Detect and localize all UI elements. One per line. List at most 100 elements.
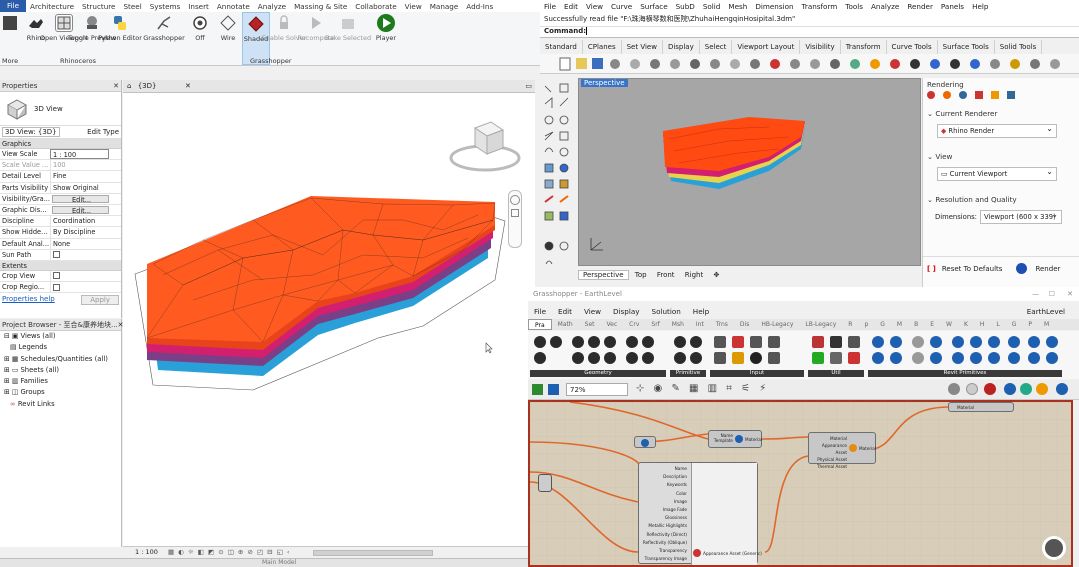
cat-tab[interactable]: W (940, 319, 958, 330)
tab-display[interactable]: Display (663, 40, 700, 54)
rhino-menu-solid[interactable]: Solid (699, 2, 725, 11)
rhino-perspective-viewport[interactable]: Perspective (578, 78, 921, 266)
cat-tab[interactable]: LB-Legacy (799, 319, 842, 330)
wire-button[interactable]: Wire (214, 12, 242, 65)
view-tab-3d[interactable]: {3D} (138, 82, 157, 90)
revit-menu-structure[interactable]: Structure (78, 2, 119, 11)
navigation-compass-icon[interactable] (1042, 536, 1066, 560)
render-preview-icon[interactable] (1056, 383, 1068, 395)
maximize-icon[interactable]: ☐ (1049, 287, 1055, 301)
cat-tab[interactable]: Math (552, 319, 579, 330)
revit-menu-insert[interactable]: Insert (184, 2, 213, 11)
tab-select[interactable]: Select (700, 40, 733, 54)
shaded-mode-icon[interactable] (984, 383, 996, 395)
revit-menu-manage[interactable]: Manage (426, 2, 463, 11)
cat-tab[interactable]: E (924, 319, 940, 330)
view-heading[interactable]: ⌄ View (923, 152, 1079, 161)
bake-selected-button[interactable]: Bake Selected (325, 12, 371, 65)
cat-tab[interactable]: P (1022, 319, 1038, 330)
close-icon[interactable]: ✕ (113, 82, 119, 90)
rhino-menu-curve[interactable]: Curve (607, 2, 636, 11)
render-icon[interactable] (927, 91, 935, 99)
close-icon[interactable]: ✕ (185, 80, 191, 92)
rhino-menu-view[interactable]: View (582, 2, 607, 11)
cat-tab[interactable]: Srf (645, 319, 665, 330)
cat-tab[interactable]: K (958, 319, 974, 330)
cat-tab[interactable]: G (874, 319, 891, 330)
cat-tab[interactable]: Set (579, 319, 601, 330)
gh-menu-help[interactable]: Help (687, 305, 715, 318)
gh-node-material-assets[interactable]: Material Appearance Asset Physical Asset Th… (808, 432, 876, 469)
view-scale-label[interactable]: 1 : 100 (123, 548, 158, 556)
apply-button[interactable]: Apply (81, 295, 119, 306)
grasshopper-canvas[interactable]: Name Template Material Material Appearance… (528, 400, 1073, 567)
gh-menu-edit[interactable]: Edit (552, 305, 578, 318)
selected-preview-icon[interactable] (1020, 383, 1032, 395)
gh-node-material-panel[interactable]: Material (948, 402, 1014, 412)
vp-tab-right[interactable]: Right (681, 271, 707, 279)
group-revit-primitives[interactable]: Revit Primitives (868, 333, 1062, 377)
tab-surface-tools[interactable]: Surface Tools (938, 40, 995, 54)
crop-view-checkbox[interactable] (53, 272, 60, 280)
rhino-menu-file[interactable]: File (540, 2, 560, 11)
cat-tab[interactable]: Pra (528, 319, 552, 330)
save-file-icon[interactable] (548, 384, 559, 395)
revit-menu-collaborate[interactable]: Collaborate (351, 2, 400, 11)
view-selector[interactable]: 3D View: {3D} (2, 127, 60, 137)
tab-viewport-layout[interactable]: Viewport Layout (732, 40, 801, 54)
tree-item-legends[interactable]: ▤ Legends (0, 342, 121, 353)
rendering-panel-icons[interactable] (927, 91, 1075, 103)
view-cube[interactable] (445, 120, 525, 182)
rhino-menu-subd[interactable]: SubD (672, 2, 699, 11)
rhino-menu-tools[interactable]: Tools (841, 2, 867, 11)
vp-tab-front[interactable]: Front (653, 271, 679, 279)
preview-off-button[interactable]: Off (186, 12, 214, 65)
rhino-menu-transform[interactable]: Transform (798, 2, 842, 11)
rhino-menu-render[interactable]: Render (903, 2, 937, 11)
restore-icon[interactable]: ▭ (525, 80, 532, 92)
zoom-field[interactable]: 72% (566, 383, 628, 396)
renderer-dropdown[interactable]: ◆ Rhino Render (937, 123, 1057, 138)
sun-path-checkbox[interactable] (53, 251, 60, 259)
tab-standard[interactable]: Standard (540, 40, 583, 54)
command-line[interactable]: Command: (540, 26, 1079, 35)
rhino-menu-dimension[interactable]: Dimension (751, 2, 797, 11)
minimize-icon[interactable]: — (1032, 287, 1039, 301)
cat-tab[interactable]: M (1038, 319, 1055, 330)
vp-tab-perspective[interactable]: Perspective (578, 270, 629, 280)
crop-region-checkbox[interactable] (53, 283, 60, 291)
revit-menu-systems[interactable]: Systems (146, 2, 185, 11)
tab-curve-tools[interactable]: Curve Tools (887, 40, 938, 54)
view-control-icons[interactable]: ▦ ◐ ☼ ◧ ◩ ⊙ ◫ ⊕ ⊘ ◰ ⊟ ◱ ‹ (168, 548, 291, 556)
cat-tab[interactable]: R (842, 319, 858, 330)
reset-defaults-button[interactable]: Reset To Defaults (942, 265, 1003, 273)
group-primitive[interactable]: Primitive (670, 333, 706, 377)
gh-node-appearance-asset[interactable]: Name Description Keywords Color Image Image … (638, 462, 762, 565)
revit-menu-steel[interactable]: Steel (119, 2, 145, 11)
tree-item-groups[interactable]: ⊞ ◫ Groups (0, 387, 121, 398)
edit-visibility-button[interactable]: Edit... (52, 194, 109, 203)
cat-tab[interactable]: Dis (734, 319, 755, 330)
cat-tab[interactable]: Int (690, 319, 710, 330)
document-preview-icon[interactable] (1004, 383, 1016, 395)
tree-item-schedules[interactable]: ⊞ ▦ Schedules/Quantities (all) (0, 354, 121, 365)
folder-icon[interactable] (991, 91, 999, 99)
type-selector[interactable]: 3D View (0, 92, 121, 126)
revit-3d-view[interactable] (123, 80, 535, 546)
cat-tab[interactable]: Vec (601, 319, 624, 330)
gh-menu-display[interactable]: Display (607, 305, 646, 318)
rhino-menu-panels[interactable]: Panels (937, 2, 968, 11)
group-util[interactable]: Util (808, 333, 864, 377)
navigation-bar[interactable] (508, 190, 522, 248)
material-preview-icon[interactable] (1036, 383, 1048, 395)
group-geometry[interactable]: Geometry (530, 333, 666, 377)
cat-tab[interactable]: L (990, 319, 1005, 330)
revit-tool-icon[interactable] (3, 16, 17, 30)
gh-node-material[interactable]: Name Template Material (708, 430, 762, 448)
open-file-icon[interactable] (532, 384, 543, 395)
tab-visibility[interactable]: Visibility (800, 40, 841, 54)
ribbon-group-rhinoceros[interactable]: Rhinoceros (60, 57, 96, 65)
cat-tab[interactable]: G (1006, 319, 1023, 330)
group-input[interactable]: Input (710, 333, 804, 377)
section-graphics[interactable]: Graphics (0, 139, 121, 149)
